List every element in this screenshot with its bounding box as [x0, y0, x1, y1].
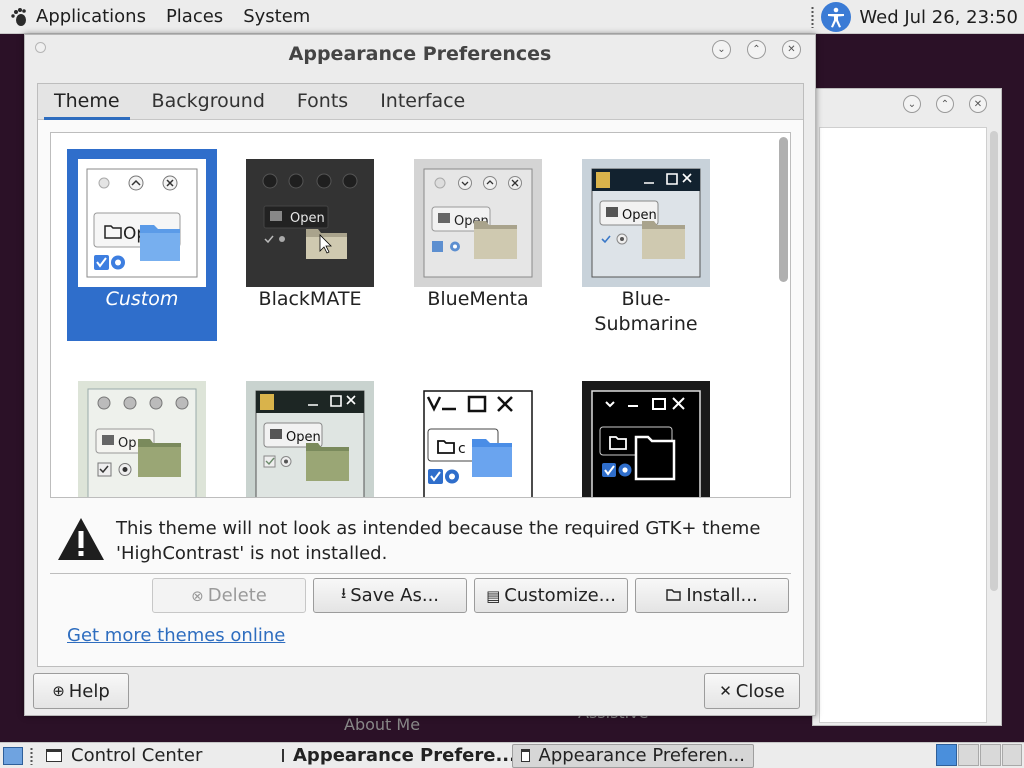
help-label: Help [68, 680, 110, 702]
folder-open-icon [666, 587, 682, 605]
close-icon[interactable]: ✕ [782, 40, 801, 59]
theme-name: BlackMATE [258, 288, 362, 310]
warning-line-1: This theme will not look as intended bec… [116, 518, 761, 539]
task-control-center[interactable]: Control Center [38, 744, 274, 768]
theme-name: BlueMenta [427, 288, 529, 310]
task-appearance-preferences-2[interactable]: Appearance Preferen... [512, 743, 754, 768]
delete-icon: ⊗ [191, 586, 204, 605]
theme-preview-6: Open [246, 381, 374, 497]
theme-preview-5: Op [78, 381, 206, 497]
preview-open-text: Open [286, 430, 321, 445]
theme-name: Blue- Submarine [594, 288, 698, 335]
warning-line-2: 'HighContrast' is not installed. [116, 543, 388, 564]
preview-open-text: Open [622, 208, 657, 223]
delete-label: Delete [207, 585, 267, 606]
tab-background[interactable]: Background [136, 84, 281, 119]
theme-preview-bluementa: Open [414, 159, 542, 287]
minimize-icon[interactable]: ⌄ [903, 95, 921, 113]
separator [50, 573, 791, 574]
theme-item-custom[interactable]: Op Custom [67, 149, 217, 341]
theme-preview-custom: Op [78, 159, 206, 287]
theme-preview-blackmate: Open [246, 159, 374, 287]
close-label: Close [735, 680, 785, 702]
theme-item-blackmate[interactable]: Open BlackMATE [235, 149, 385, 341]
theme-item-5[interactable]: Op [67, 371, 217, 497]
theme-item-bluementa[interactable]: Open BlueMenta [403, 149, 553, 341]
theme-name: Custom [105, 288, 179, 310]
theme-preview-8 [582, 381, 710, 497]
preview-open-text: Op [118, 436, 136, 451]
system-menu[interactable]: System [233, 0, 320, 33]
workspace-4[interactable] [1002, 744, 1022, 766]
applet-handle-icon[interactable] [29, 746, 34, 765]
places-menu[interactable]: Places [156, 0, 233, 33]
save-as-button[interactable]: ⭳ Save As... [313, 578, 467, 613]
minimize-icon[interactable]: ⌄ [712, 40, 731, 59]
svg-text:c: c [458, 441, 466, 457]
maximize-icon[interactable]: ⌃ [936, 95, 954, 113]
background-window[interactable]: ⌄ ⌃ ✕ [812, 88, 1002, 726]
theme-list[interactable]: Op Custom Open BlackMATE Open BlueMenta … [50, 132, 791, 498]
theme-item-7[interactable]: c [403, 371, 553, 497]
customize-button[interactable]: ▤ Customize... [474, 578, 628, 613]
tab-theme[interactable]: Theme [38, 84, 136, 120]
applet-handle-icon[interactable] [810, 6, 816, 28]
theme-item-8[interactable] [571, 371, 721, 497]
customize-label: Customize... [504, 585, 616, 606]
close-icon: ✕ [719, 682, 732, 700]
behind-label-about-me: About Me [344, 715, 421, 734]
gnome-foot-icon [10, 7, 30, 27]
workspace-3[interactable] [980, 744, 1001, 766]
close-button[interactable]: ✕ Close [704, 673, 800, 709]
theme-item-blue-submarine[interactable]: Open Blue- Submarine [571, 149, 721, 341]
help-button[interactable]: ⊕ Help [33, 673, 129, 709]
close-icon[interactable]: ✕ [969, 95, 987, 113]
applications-menu[interactable]: Applications [0, 0, 156, 33]
task-label: Control Center [71, 745, 203, 766]
preview-open-text: Open [290, 211, 325, 226]
theme-list-scrollbar[interactable] [779, 137, 788, 491]
window-icon [46, 749, 62, 762]
accessibility-icon[interactable] [821, 2, 852, 32]
preferences-notebook: Theme Background Fonts Interface Op Cust… [37, 83, 804, 667]
window-icon [282, 749, 284, 762]
customize-icon: ▤ [486, 586, 501, 605]
maximize-icon[interactable]: ⌃ [747, 40, 766, 59]
show-desktop-icon[interactable] [3, 746, 23, 765]
install-button[interactable]: Install... [635, 578, 789, 613]
theme-actions: ⊗ Delete ⭳ Save As... ▤ Customize... Ins… [152, 578, 789, 613]
help-icon: ⊕ [52, 682, 65, 700]
save-as-label: Save As... [350, 585, 440, 606]
theme-item-6[interactable]: Open [235, 371, 385, 497]
tab-interface[interactable]: Interface [364, 84, 481, 119]
warning-icon [58, 518, 104, 560]
warning-message: This theme will not look as intended bec… [56, 512, 796, 568]
task-label: Appearance Preferen... [538, 745, 745, 766]
task-label: Appearance Prefere... [293, 745, 516, 766]
background-window-content [819, 127, 987, 723]
applications-label: Applications [36, 6, 146, 27]
task-appearance-preferences-1[interactable]: Appearance Prefere... [274, 744, 516, 768]
install-label: Install... [686, 585, 758, 606]
top-panel: Applications Places System Wed Jul 26, 2… [0, 0, 1024, 34]
theme-preview-7: c [414, 381, 542, 497]
window-icon [521, 749, 530, 762]
tab-fonts[interactable]: Fonts [281, 84, 364, 119]
delete-button[interactable]: ⊗ Delete [152, 578, 306, 613]
tab-bar: Theme Background Fonts Interface [38, 84, 803, 120]
workspace-1[interactable] [936, 744, 957, 766]
titlebar[interactable]: Appearance Preferences ⌄ ⌃ ✕ [25, 35, 815, 75]
workspace-2[interactable] [958, 744, 979, 766]
theme-preview-blue-submarine: Open [582, 159, 710, 287]
bottom-panel: Control Center Appearance Prefere... App… [0, 742, 1024, 768]
appearance-preferences-dialog: Appearance Preferences ⌄ ⌃ ✕ Theme Backg… [24, 34, 816, 716]
background-window-scrollbar[interactable] [989, 127, 999, 721]
background-window-controls: ⌄ ⌃ ✕ [888, 95, 987, 113]
get-more-themes-link[interactable]: Get more themes online [67, 625, 285, 646]
save-icon: ⭳ [340, 584, 347, 602]
clock[interactable]: Wed Jul 26, 23:50 [859, 7, 1018, 28]
